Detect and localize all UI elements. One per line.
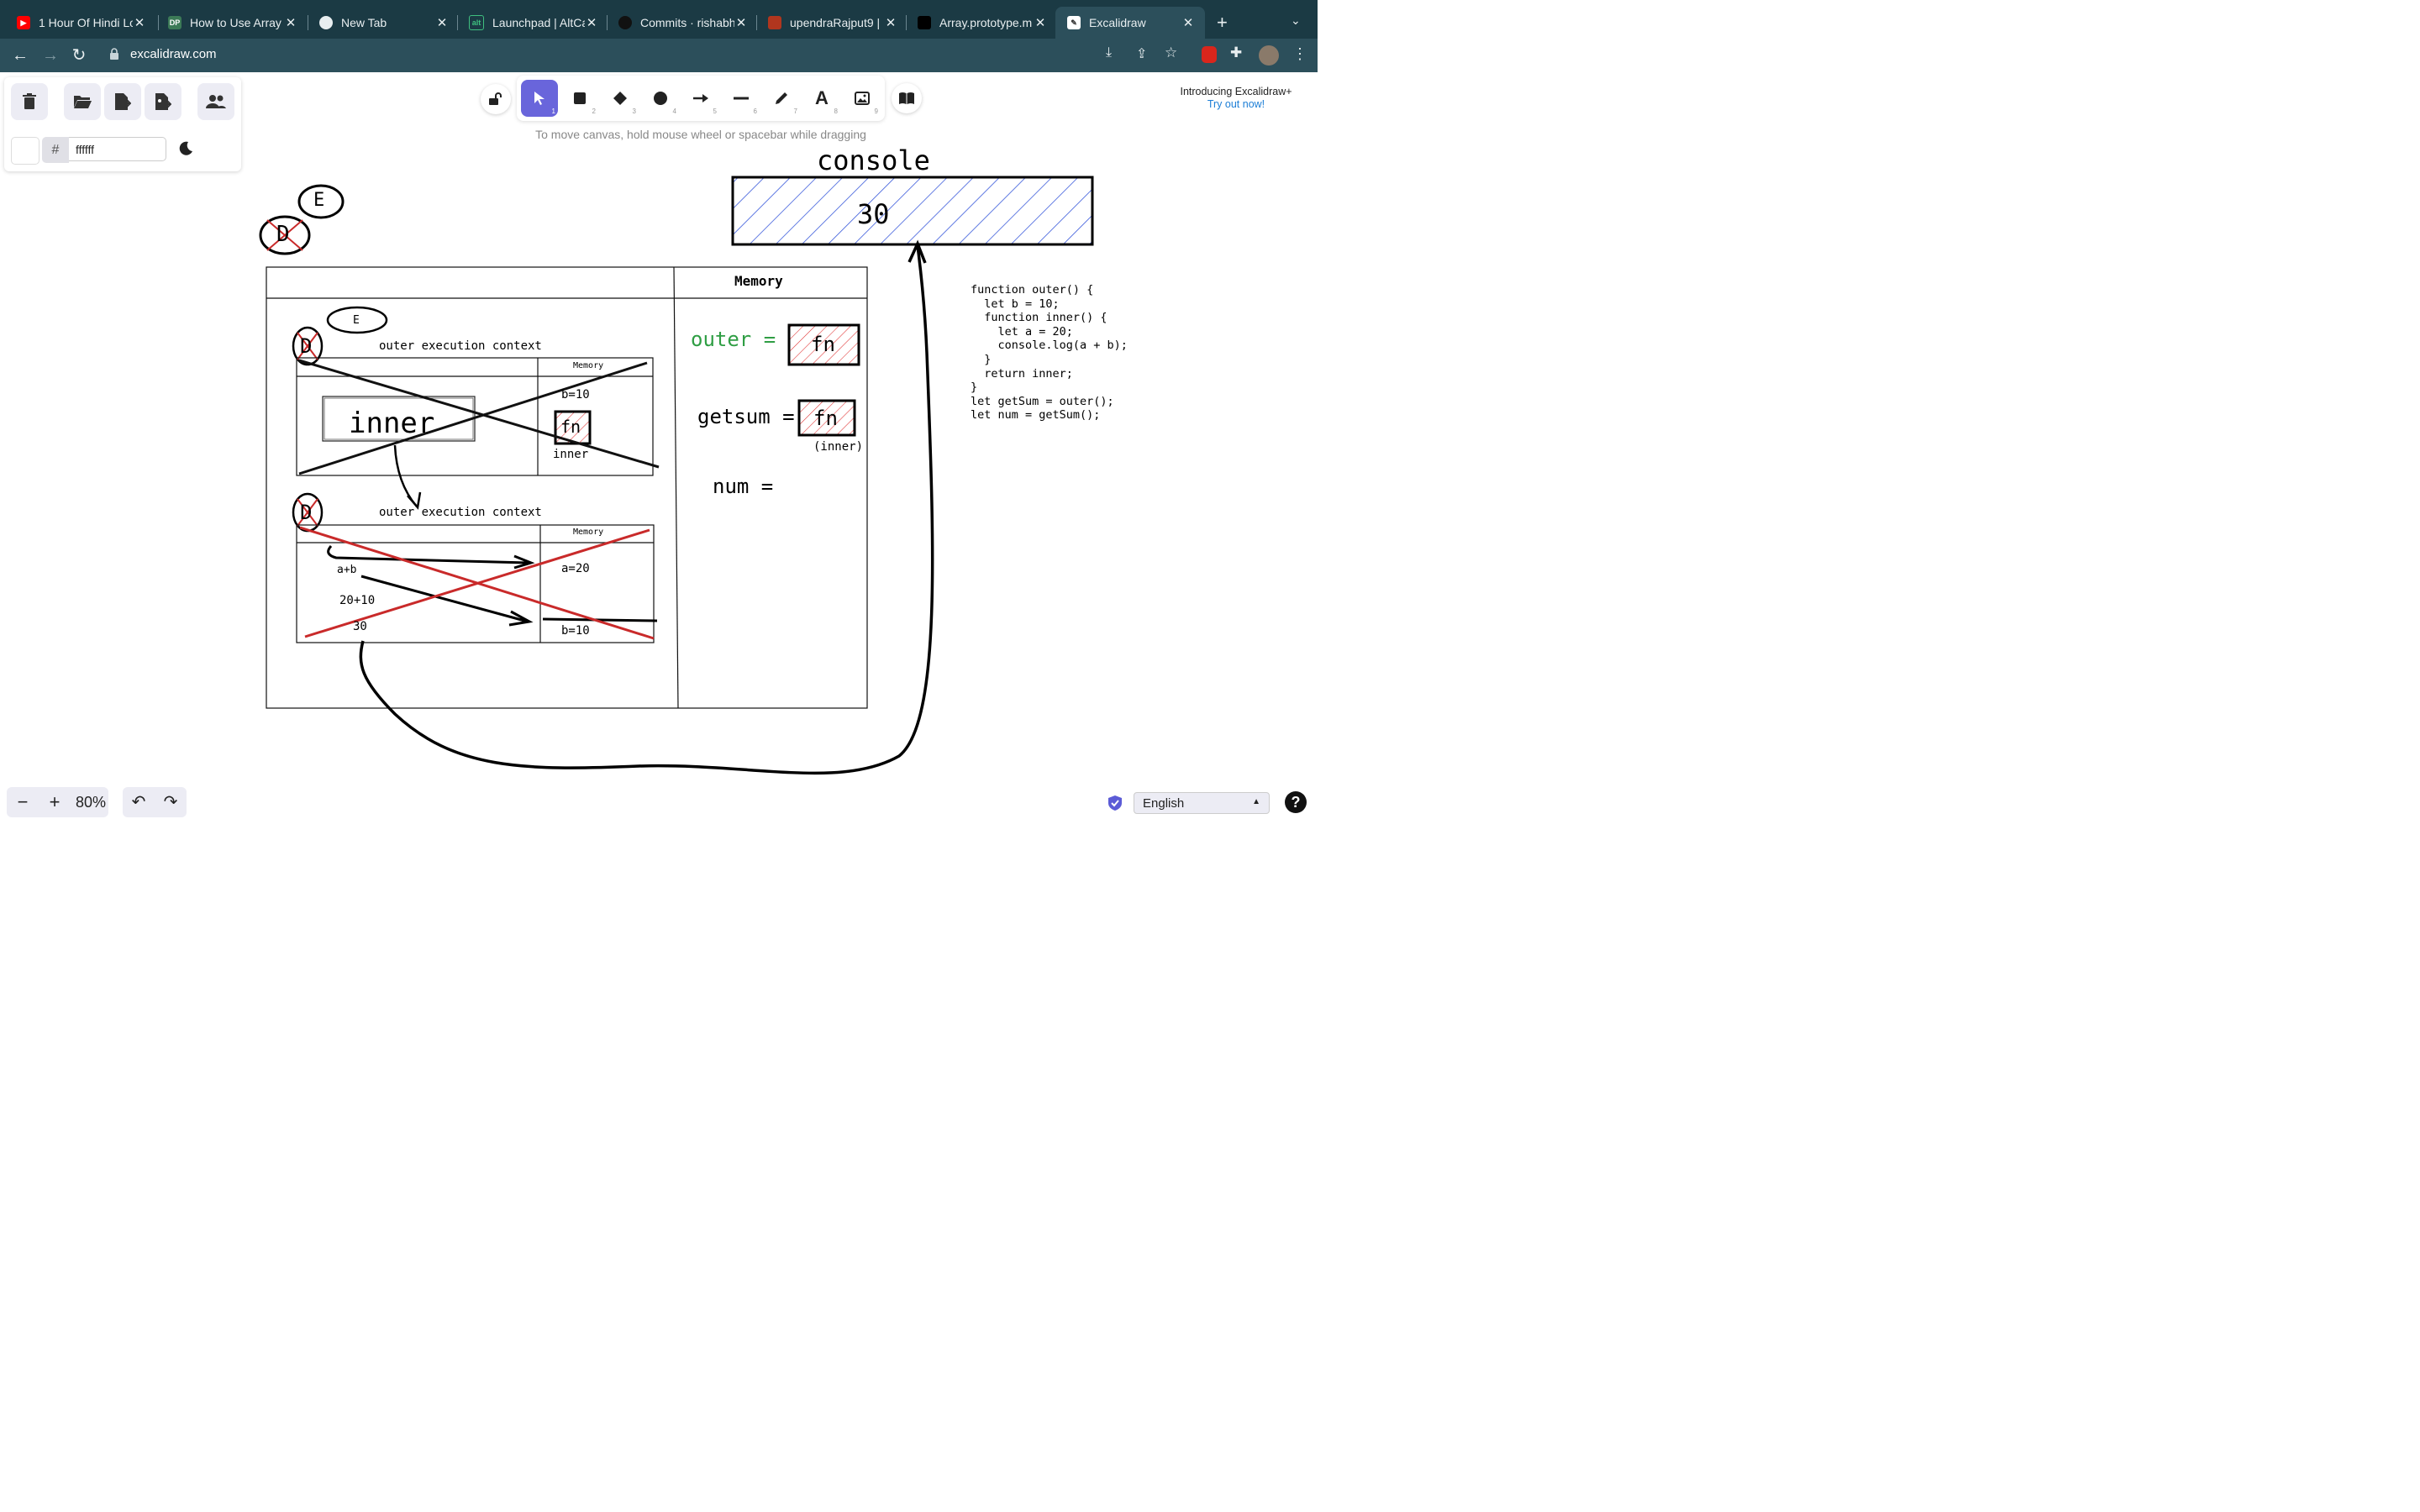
language-value: English [1143,796,1185,811]
ec2-line-20-plus-10[interactable]: 20+10 [339,594,375,607]
code-line: let num = getSum(); [971,408,1101,423]
ec1-code-inner[interactable]: inner [349,407,434,440]
ec1-b-value[interactable]: b=10 [561,388,590,402]
ec2-a-arrow[interactable] [327,544,535,570]
ec1-fn-label[interactable]: fn [560,417,581,437]
shield-icon[interactable] [1107,795,1123,816]
ec2-b-value[interactable]: b=10 [561,624,590,638]
memory-outer-fn[interactable]: fn [811,333,835,356]
ec2-D-label[interactable]: D [300,501,312,524]
caret-up-icon: ▲ [1252,797,1260,806]
code-line: let b = 10; [971,297,1060,311]
language-select[interactable]: English ▲ [1134,792,1270,814]
console-value[interactable]: 30 [857,198,890,230]
ec2-line-a-plus-b[interactable]: a+b [337,564,356,576]
code-line: function outer() { [971,283,1094,297]
memory-getsum-fn[interactable]: fn [813,407,838,430]
ec2-memory-header[interactable]: Memory [573,528,603,537]
ec1-E-label[interactable]: E [353,314,360,327]
zoom-level[interactable]: 80% [71,787,110,817]
ec2-b-arrow[interactable] [360,575,534,627]
zoom-in-button[interactable]: + [39,787,71,817]
ec2-title[interactable]: outer execution context [379,506,542,519]
undo-icon[interactable]: ↶ [123,787,155,817]
memory-header[interactable]: Memory [734,273,783,289]
code-line: let getSum = outer(); [971,394,1114,408]
help-icon[interactable]: ? [1285,791,1307,813]
redo-icon[interactable]: ↷ [155,787,187,817]
ec1-inner-label[interactable]: inner [553,448,588,461]
code-line: let a = 20; [971,324,1073,339]
memory-getsum-label[interactable]: getsum = [697,405,795,428]
ec2-a-value[interactable]: a=20 [561,562,590,575]
ec1-title[interactable]: outer execution context [379,339,542,353]
memory-outer-label[interactable]: outer = [691,328,776,351]
code-snippet[interactable]: function outer() { let b = 10; function … [971,283,1128,423]
code-line: console.log(a + b); [971,339,1128,353]
ec1-D-label[interactable]: D [300,334,312,358]
ec1-to-ec2-arrow[interactable] [393,444,422,510]
code-line: function inner() { [971,311,1107,325]
ec1-memory-header[interactable]: Memory [573,361,603,370]
code-line: } [971,381,978,395]
stack-D-label[interactable]: D [276,222,290,247]
ec2-line-30[interactable]: 30 [353,620,367,633]
code-line: } [971,352,992,366]
console-title[interactable]: console [817,144,930,176]
console-box[interactable] [731,176,1094,246]
memory-inner-note[interactable]: (inner) [813,440,863,454]
stack-E-label[interactable]: E [313,190,324,211]
memory-num-label[interactable]: num = [713,475,773,498]
code-line: return inner; [971,366,1073,381]
zoom-out-button[interactable]: − [7,787,39,817]
